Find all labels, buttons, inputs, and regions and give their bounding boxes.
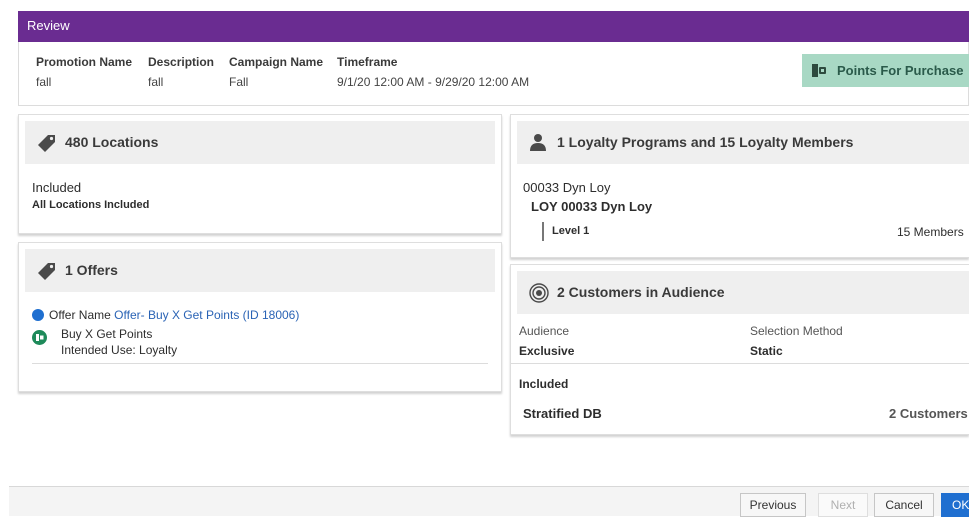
offer-divider: [32, 363, 488, 364]
offers-card: 1 Offers Offer Name Offer- Buy X Get Poi…: [18, 242, 502, 392]
loyalty-level: Level 1: [552, 225, 590, 237]
included-label: Included: [519, 377, 569, 391]
locations-title: 480 Locations: [65, 134, 159, 150]
next-button[interactable]: Next: [818, 493, 868, 517]
audience-card-header: 2 Customers in Audience: [517, 271, 969, 314]
cancel-button[interactable]: Cancel: [874, 493, 934, 517]
timeframe-field: Timeframe 9/1/20 12:00 AM - 9/29/20 12:0…: [337, 55, 529, 89]
buy-get-icon: [36, 334, 44, 341]
level-indent-bar: [542, 222, 544, 241]
campaign-name-label: Campaign Name: [229, 55, 324, 69]
audience-title: 2 Customers in Audience: [557, 284, 725, 300]
loyalty-title: 1 Loyalty Programs and 15 Loyalty Member…: [557, 134, 854, 150]
audience-value: Exclusive: [519, 344, 575, 358]
ok-button[interactable]: OK: [941, 493, 969, 517]
segment-count: 2 Customers: [889, 406, 968, 421]
offers-title: 1 Offers: [65, 262, 118, 278]
offers-card-header: 1 Offers: [25, 249, 495, 292]
locations-status: Included: [32, 180, 82, 195]
promotion-type-icon: [812, 64, 826, 77]
target-icon: [529, 283, 549, 303]
selection-method-label: Selection Method: [750, 324, 843, 338]
locations-card: 480 Locations Included All Locations Inc…: [18, 114, 502, 234]
description-field: Description fall: [148, 55, 214, 89]
audience-card: 2 Customers in Audience Audience Exclusi…: [510, 264, 969, 435]
timeframe-label: Timeframe: [337, 55, 398, 69]
offer-intended-use: Intended Use: Loyalty: [61, 343, 178, 357]
tag-icon: [38, 135, 55, 152]
loyalty-members-count: 15 Members: [897, 225, 964, 239]
promotion-summary: Promotion Name fall Description fall Cam…: [18, 42, 969, 106]
offer-link[interactable]: Offer- Buy X Get Points (ID 18006): [114, 308, 299, 322]
offer-type-icon: [32, 330, 47, 345]
offer-status-dot: [32, 309, 44, 321]
loyalty-program-code: 00033 Dyn Loy: [523, 180, 611, 195]
review-header: Review: [18, 11, 969, 42]
wizard-footer: Previous Next Cancel OK: [9, 486, 969, 517]
promotion-name-field: Promotion Name fall: [36, 55, 132, 89]
points-for-purchase-button[interactable]: Points For Purchase: [802, 54, 969, 87]
audience-divider: [511, 363, 969, 364]
review-title: Review: [27, 18, 70, 33]
description-label: Description: [148, 55, 215, 69]
loyalty-card-header: 1 Loyalty Programs and 15 Loyalty Member…: [517, 121, 969, 164]
campaign-name-value: Fall: [229, 75, 249, 89]
segment-name: Stratified DB: [523, 406, 602, 421]
promotion-name-value: fall: [36, 75, 52, 89]
points-for-purchase-label: Points For Purchase: [837, 63, 964, 78]
selection-method-value: Static: [750, 344, 783, 358]
campaign-name-field: Campaign Name Fall: [229, 55, 323, 89]
tag-icon: [38, 263, 55, 280]
timeframe-value: 9/1/20 12:00 AM - 9/29/20 12:00 AM: [337, 75, 530, 89]
promotion-name-label: Promotion Name: [36, 55, 133, 69]
loyalty-program-name: LOY 00033 Dyn Loy: [531, 199, 653, 214]
loyalty-card: 1 Loyalty Programs and 15 Loyalty Member…: [510, 114, 969, 258]
locations-detail: All Locations Included: [32, 199, 150, 211]
offer-name-label: Offer Name: [49, 308, 111, 322]
audience-label: Audience: [519, 324, 570, 338]
locations-card-header: 480 Locations: [25, 121, 495, 164]
previous-button[interactable]: Previous: [740, 493, 806, 517]
offer-type: Buy X Get Points: [61, 327, 153, 341]
description-value: fall: [148, 75, 164, 89]
offer-name-row: Offer Name Offer- Buy X Get Points (ID 1…: [49, 308, 299, 322]
person-icon: [530, 134, 546, 151]
